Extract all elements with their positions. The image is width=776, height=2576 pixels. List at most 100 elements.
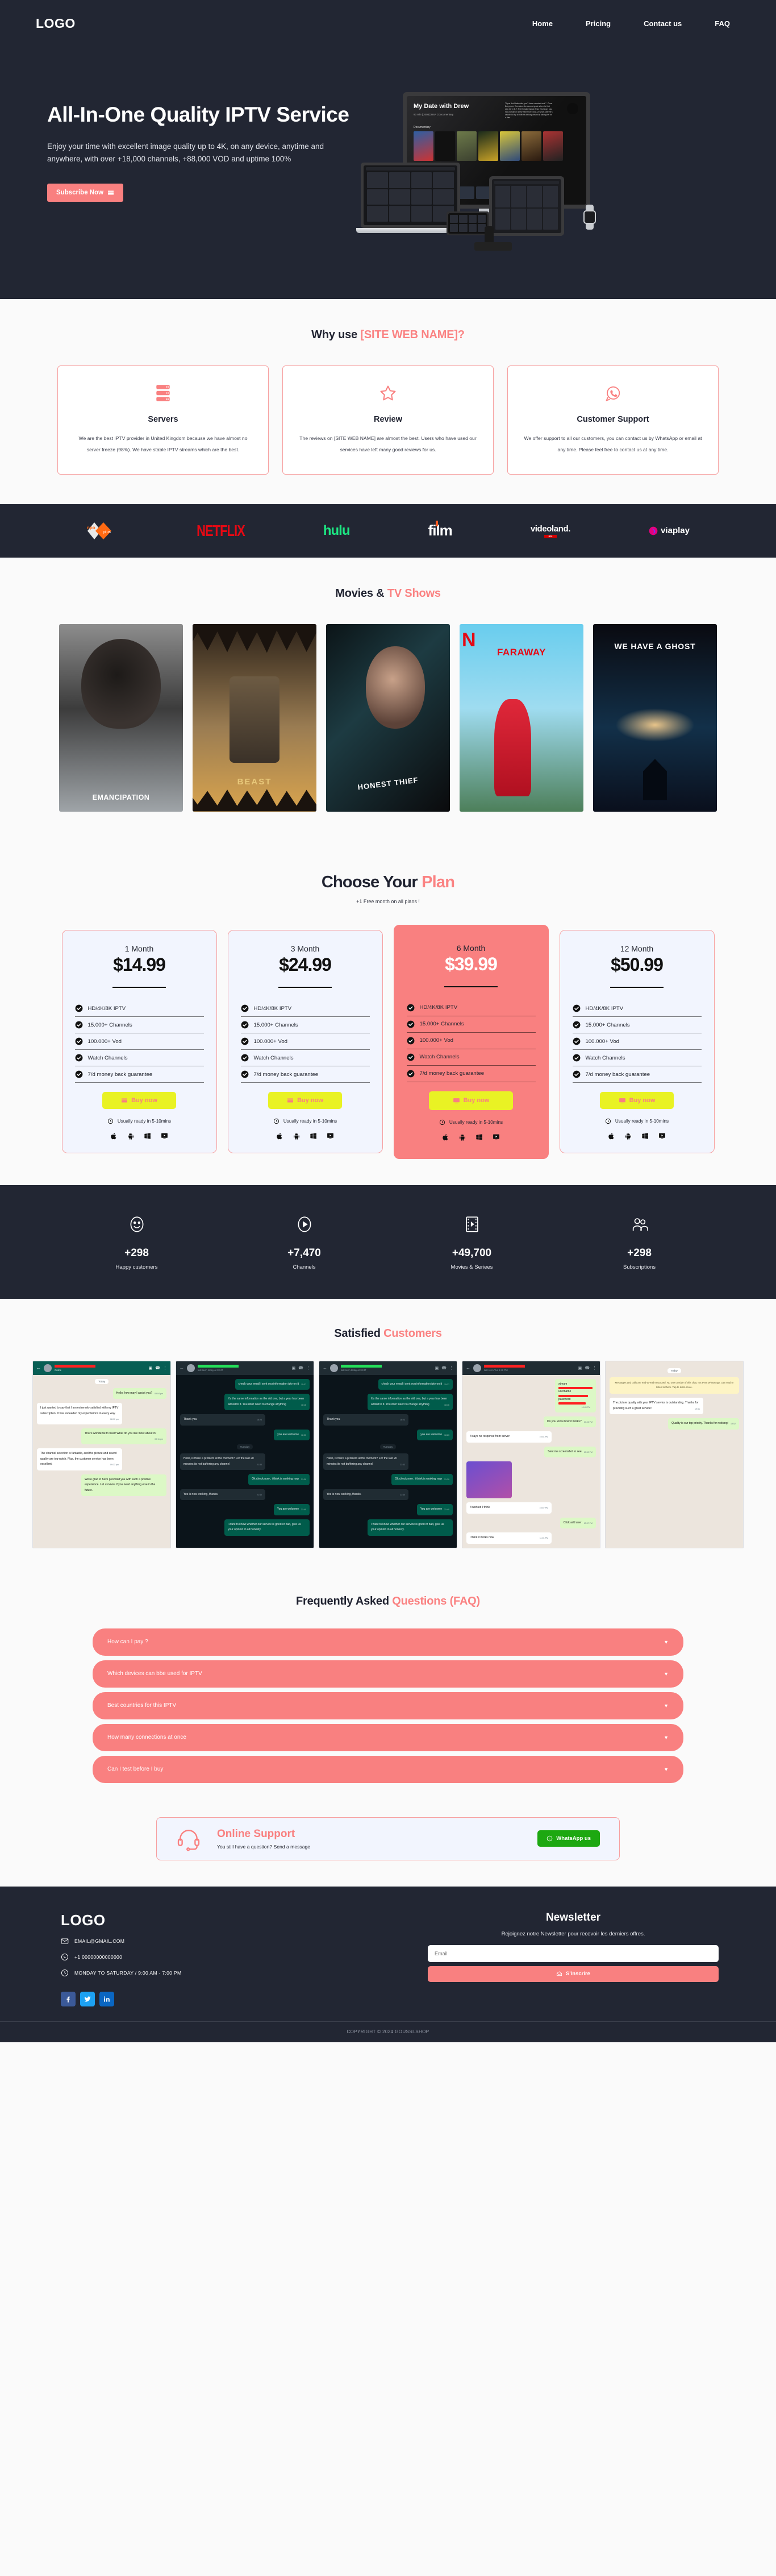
chat-bubble: Hello, is there a problem at the moment?… [180,1453,265,1470]
buy-now-button[interactable]: Buy now [102,1092,176,1110]
chat-bubble: check your email i sent you information … [378,1378,453,1390]
chat-bubble: check your email i sent you information … [235,1378,310,1390]
stat-happy-customers: +298 Happy customers [80,1215,194,1270]
movie-poster[interactable]: WE HAVE A GHOST [593,624,717,812]
twitter-icon[interactable] [80,1991,95,2006]
site-logo[interactable]: LOGO [36,16,76,31]
plan-card-12-month[interactable]: 12 Month $50.99 HD/4K/8K IPTV 15.000+ Ch… [559,930,715,1154]
testimonials-section: Satisfied Customers ← Online ▣ ☎ ⋮ Today… [0,1299,776,1565]
plan-card-6-month[interactable]: 6 Month $39.99 HD/4K/8K IPTV 15.000+ Cha… [393,924,549,1159]
check-icon [573,1021,580,1029]
chat-bubble: Ok check now , i think is working now 21:… [391,1474,453,1485]
hero-devices-illustration: My Date with Drew 90 min | 2004 | USA | … [354,80,740,267]
chat-status: last seen Tue 1:46 PM [484,1368,508,1372]
smart-tv-icon [659,1133,665,1139]
facebook-icon[interactable] [61,1991,76,2006]
plan-feature: 7/d money back guarantee [572,1066,702,1083]
chevron-down-icon: ▼ [664,1702,669,1709]
brand-logo-netflix: NETFLIX [197,521,245,539]
brand-logo-film: film [428,521,453,539]
check-icon [407,1070,414,1077]
movie-poster[interactable]: BEAST [193,624,316,812]
whatsapp-screenshot: Today Messages and calls are end-to-end … [605,1360,744,1548]
poster-title: HONEST THIEF [357,775,419,792]
back-icon: ← [466,1365,470,1371]
mock-movie-title: My Date with Drew [414,103,469,110]
star-icon [298,382,478,405]
check-icon [573,1054,580,1062]
check-icon [407,1020,414,1028]
movie-poster[interactable]: HONEST THIEF [326,624,450,812]
smart-tv-icon [493,1134,499,1140]
plan-name: 6 Month [456,943,486,953]
mock-movie-description: "If you don't take risks, you'll have a … [505,102,553,119]
plan-feature: 100.000+ Vod [572,1033,702,1050]
check-icon [573,1004,580,1012]
testimonials-title: Satisfied Customers [334,1327,442,1340]
plan-os-icons [407,1133,536,1141]
check-icon [241,1021,248,1029]
subscribe-now-button[interactable]: Subscribe Now [47,184,124,202]
check-icon [241,1004,248,1012]
video-call-icon: ▣ [148,1366,153,1370]
whatsapp-screenshot: ← last seen Tue 1:46 PM ▣ ☎ ⋮ xtream use… [462,1360,600,1548]
why-card-servers: Servers We are the best IPTV provider in… [57,365,269,475]
faq-item[interactable]: How can I pay ? ▼ [93,1628,683,1656]
nav-item-faq[interactable]: FAQ [715,19,730,28]
encryption-notice: Messages and calls are end-to-end encryp… [610,1377,739,1394]
faq-item[interactable]: How many connections at once ▼ [93,1723,683,1751]
nav-item-home[interactable]: Home [532,19,553,28]
plan-card-3-month[interactable]: 3 Month $24.99 HD/4K/8K IPTV 15.000+ Cha… [227,930,383,1154]
footer-contact-whatsapp[interactable]: +1 00000000000000 [61,1953,320,1961]
chat-image-attachment [466,1461,512,1499]
plan-feature: Watch Channels [406,1049,536,1066]
clock-icon [439,1119,445,1125]
chat-bubble-credentials: xtream username password 10:45 PM [555,1378,596,1412]
newsletter-subscribe-button[interactable]: S'inscrire [428,1966,719,1982]
day-chip: Today [95,1378,109,1384]
buy-now-button[interactable]: Buy now [600,1092,674,1110]
chat-bubble: Yes is now working, thanks. 21:40 [323,1489,408,1501]
windows-icon [144,1133,151,1139]
movies-title: Movies & TV Shows [335,587,441,600]
newsletter-email-input[interactable] [428,1945,719,1962]
linkedin-icon[interactable] [99,1991,114,2006]
avatar [187,1364,195,1372]
newsletter-subtitle: Rejoignez notre Newsletter pour recevoir… [501,1930,645,1937]
check-icon [407,1037,414,1044]
whatsapp-us-button[interactable]: WhatsApp us [537,1830,600,1847]
apple-icon [608,1133,614,1140]
chat-bubble: It's the same information as the old one… [368,1394,453,1411]
stat-label: Channels [293,1264,316,1270]
faq-title: Frequently Asked Questions (FAQ) [295,1594,481,1607]
faq-item[interactable]: Best countries for this IPTV ▼ [93,1692,683,1719]
email-icon [61,1938,69,1944]
nav-item-pricing[interactable]: Pricing [586,19,611,28]
plan-ready-note: Usually ready in 5-10mins [573,1118,702,1124]
movie-poster[interactable]: N FARAWAY [460,624,583,812]
plan-feature: 15.000+ Channels [406,1016,536,1033]
plan-card-1-month[interactable]: 1 Month $14.99 HD/4K/8K IPTV 15.000+ Cha… [61,930,217,1154]
faq-item[interactable]: Which devices can bbe used for IPTV ▼ [93,1660,683,1688]
why-card-title: Servers [148,415,178,424]
subscribe-label: Subscribe Now [56,189,104,196]
stat-channels: +7,470 Channels [248,1215,361,1270]
stat-label: Subscriptions [623,1264,656,1270]
nav-item-contact-us[interactable]: Contact us [644,19,682,28]
stat-value: +298 [124,1247,149,1259]
chat-bubble: Yes is now working, thanks. 21:40 [180,1489,265,1501]
copyright-text: COPYRIGHT © 2024 GOUSSI.SHOP [0,2021,776,2042]
faq-item[interactable]: Can I test before I buy ▼ [93,1755,683,1783]
footer-contact-email[interactable]: EMAIL@GMAIL.COM [61,1937,320,1945]
check-icon [407,1004,414,1011]
movie-poster[interactable]: EMANCIPATION [59,624,183,812]
windows-icon [642,1133,648,1139]
buy-now-button[interactable]: Buy now [268,1092,342,1110]
clock-icon [605,1118,611,1124]
stat-value: +298 [627,1247,652,1259]
device-settop-box [474,242,512,251]
plan-price: $24.99 [279,954,332,975]
check-icon [241,1037,248,1045]
plan-os-icons [241,1132,370,1140]
buy-now-button[interactable]: Buy now [429,1091,513,1110]
